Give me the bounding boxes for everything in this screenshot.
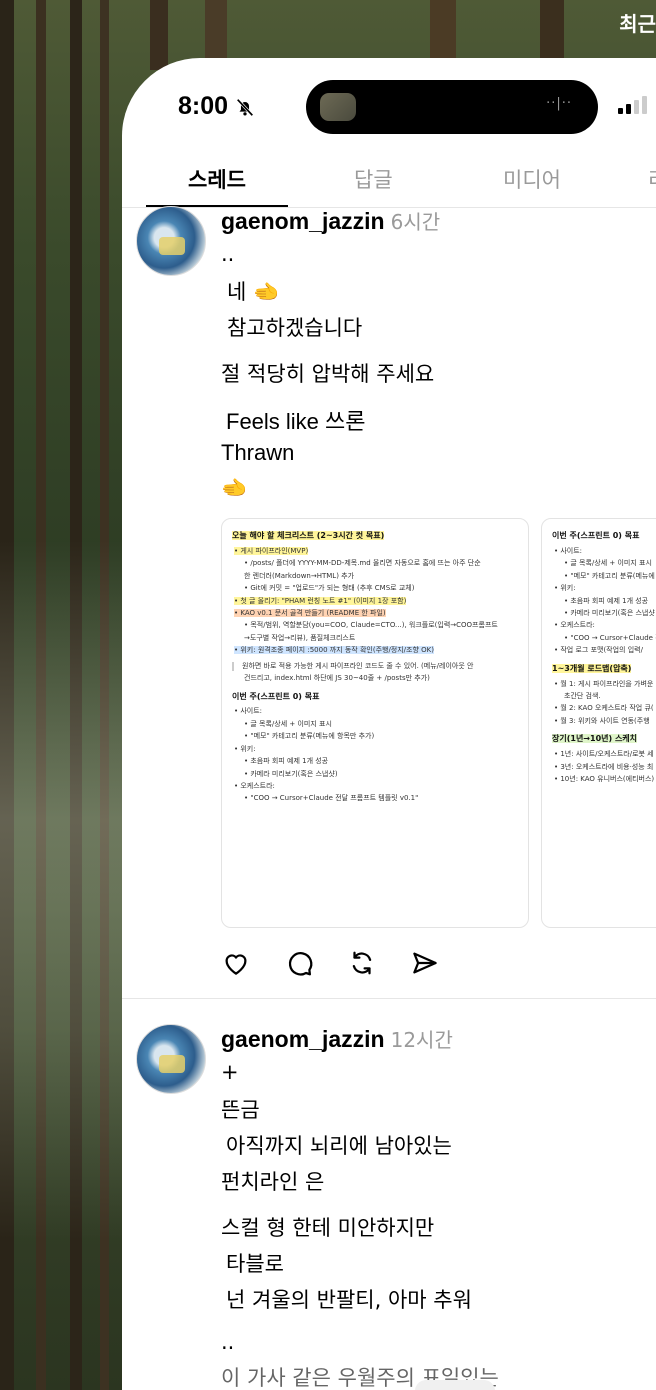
post-text-line: 뜬금 [221,1098,260,1122]
post-text-line: 스컬 형 한테 미안하지만 [221,1216,435,1240]
post-text-line: + [221,1060,239,1084]
mist [0,540,140,1240]
thread-post: gaenom_jazzin 12시간 + 뜬금 아직까지 뇌리에 남아있는 펀치라… [122,58,656,1390]
post-author[interactable]: gaenom_jazzin 12시간 [221,1024,453,1053]
post-text-line: 넌 겨울의 반팔티, 아마 추워 [226,1288,472,1312]
phone-screen: 8:00 ··|·· 스레드 답글 미디어 리 gaenom_jazzin6시간… [122,58,656,1390]
post-text-line: 펀치라인 은 [221,1170,325,1194]
corner-label: 최근 [619,12,656,36]
post-time: 12시간 [390,1028,453,1052]
avatar[interactable] [136,1024,206,1094]
post-text-line: 아직까지 뇌리에 남아있는 [226,1134,452,1158]
post-text-line: .. [221,1330,235,1354]
home-indicator[interactable] [415,1380,495,1390]
post-text-line: 타블로 [226,1252,284,1276]
username[interactable]: gaenom_jazzin [221,1026,385,1052]
